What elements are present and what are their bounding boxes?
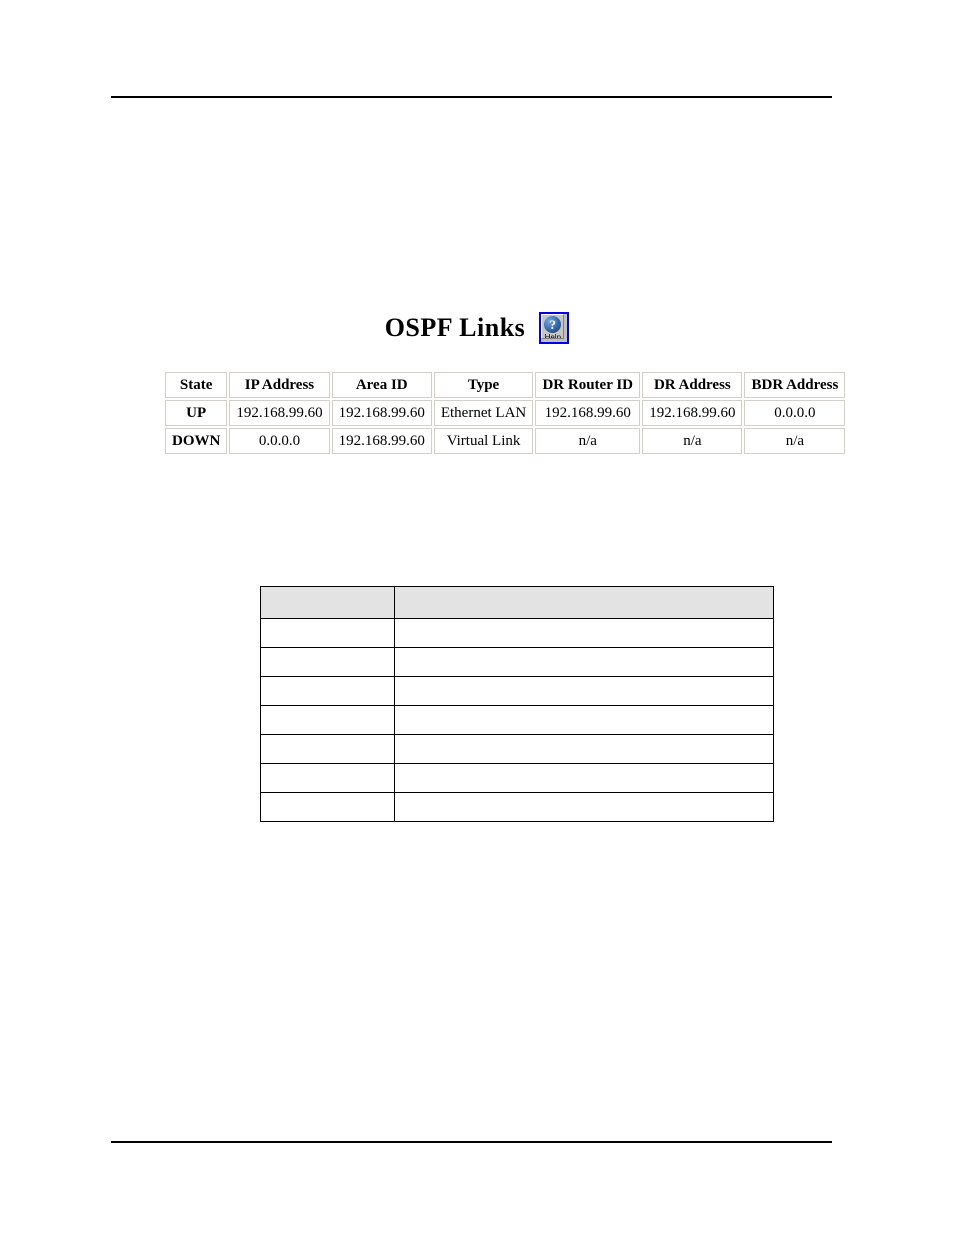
cell-field <box>260 647 395 677</box>
cell-bdr-address: n/a <box>744 428 846 454</box>
column-header-state: State <box>165 372 228 398</box>
column-header-field <box>260 586 395 619</box>
cell-field <box>260 676 395 706</box>
page-footer-rule <box>111 1141 832 1143</box>
table-row <box>260 792 774 822</box>
cell-field <box>260 792 395 822</box>
column-header-ip-address: IP Address <box>229 372 330 398</box>
cell-dr-address: 192.168.99.60 <box>642 400 743 426</box>
cell-state: UP <box>165 400 228 426</box>
cell-description <box>394 676 774 706</box>
cell-description <box>394 618 774 648</box>
cell-field <box>260 734 395 764</box>
column-header-bdr-address: BDR Address <box>744 372 846 398</box>
cell-field <box>260 618 395 648</box>
cell-field <box>260 763 395 793</box>
field-description-table <box>260 586 774 822</box>
cell-dr-address: n/a <box>642 428 743 454</box>
cell-description <box>394 647 774 677</box>
column-header-dr-address: DR Address <box>642 372 743 398</box>
table-header-row <box>260 586 774 619</box>
cell-description <box>394 763 774 793</box>
table-header-row: State IP Address Area ID Type DR Router … <box>165 372 846 398</box>
table-row <box>260 676 774 706</box>
cell-state: DOWN <box>165 428 228 454</box>
column-header-type: Type <box>433 372 534 398</box>
help-button[interactable]: ? Help <box>539 312 570 344</box>
table-row <box>260 618 774 648</box>
cell-dr-router-id: n/a <box>535 428 641 454</box>
cell-description <box>394 734 774 764</box>
table-row <box>260 734 774 764</box>
cell-type: Virtual Link <box>433 428 534 454</box>
column-header-area-id: Area ID <box>331 372 432 398</box>
cell-ip-address: 192.168.99.60 <box>229 400 330 426</box>
table-row <box>260 647 774 677</box>
cell-area-id: 192.168.99.60 <box>331 400 432 426</box>
table-row: UP 192.168.99.60 192.168.99.60 Ethernet … <box>165 400 846 426</box>
cell-field <box>260 705 395 735</box>
page-title: OSPF Links <box>384 313 526 342</box>
question-mark-icon: ? <box>544 316 562 333</box>
screenshot-title-block: OSPF Links ? Help <box>0 312 954 344</box>
table-row: DOWN 0.0.0.0 192.168.99.60 Virtual Link … <box>165 428 846 454</box>
page-header-rule <box>111 96 832 98</box>
table-row <box>260 763 774 793</box>
column-header-description <box>394 586 774 619</box>
cell-area-id: 192.168.99.60 <box>331 428 432 454</box>
cell-ip-address: 0.0.0.0 <box>229 428 330 454</box>
help-button-face: ? Help <box>541 314 565 339</box>
cell-type: Ethernet LAN <box>433 400 534 426</box>
table-row <box>260 705 774 735</box>
cell-bdr-address: 0.0.0.0 <box>744 400 846 426</box>
cell-dr-router-id: 192.168.99.60 <box>535 400 641 426</box>
column-header-dr-router-id: DR Router ID <box>535 372 641 398</box>
help-button-label: Help <box>544 333 562 339</box>
ospf-links-table: State IP Address Area ID Type DR Router … <box>163 370 848 456</box>
cell-description <box>394 792 774 822</box>
cell-description <box>394 705 774 735</box>
